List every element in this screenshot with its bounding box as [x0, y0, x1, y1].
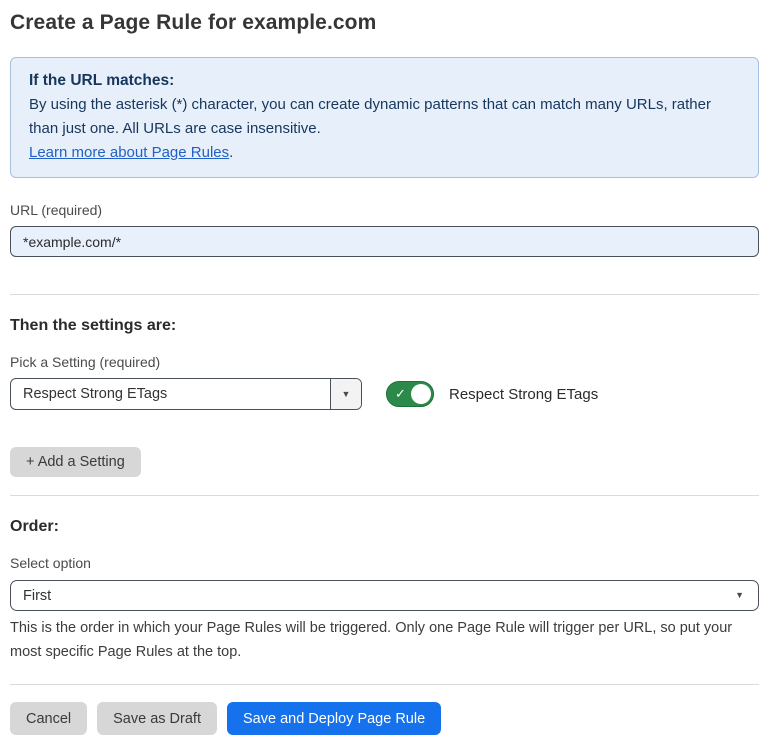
page-title: Create a Page Rule for example.com	[10, 9, 759, 37]
order-select-label: Select option	[10, 554, 759, 572]
chevron-down-icon: ▼	[735, 591, 744, 600]
order-select[interactable]: First ▼	[10, 580, 759, 611]
add-setting-button[interactable]: + Add a Setting	[10, 447, 141, 477]
url-field-label: URL (required)	[10, 201, 759, 219]
footer-actions: Cancel Save as Draft Save and Deploy Pag…	[10, 702, 759, 735]
check-icon: ✓	[395, 387, 406, 400]
url-match-info-box: If the URL matches: By using the asteris…	[10, 57, 759, 178]
section-divider	[10, 495, 759, 496]
section-divider	[10, 294, 759, 295]
order-select-value: First	[11, 588, 735, 604]
info-box-heading: If the URL matches:	[29, 69, 740, 93]
settings-section-heading: Then the settings are:	[10, 315, 759, 336]
pick-setting-label: Pick a Setting (required)	[10, 353, 759, 371]
toggle-label: Respect Strong ETags	[449, 386, 598, 403]
setting-select[interactable]: Respect Strong ETags ▼	[10, 378, 362, 410]
setting-select-arrow-button[interactable]: ▼	[330, 379, 361, 409]
setting-row: Respect Strong ETags ▼ ✓ Respect Strong …	[10, 378, 759, 410]
order-section-heading: Order:	[10, 516, 759, 537]
save-deploy-button[interactable]: Save and Deploy Page Rule	[227, 702, 441, 735]
respect-strong-etags-toggle[interactable]: ✓	[386, 381, 434, 407]
chevron-down-icon: ▼	[342, 390, 351, 399]
link-suffix: .	[229, 144, 233, 161]
toggle-knob	[411, 384, 431, 404]
setting-select-value: Respect Strong ETags	[11, 386, 330, 402]
footer-divider	[10, 684, 759, 685]
order-help-text: This is the order in which your Page Rul…	[10, 616, 759, 664]
cancel-button[interactable]: Cancel	[10, 702, 87, 735]
learn-more-link[interactable]: Learn more about Page Rules	[29, 144, 229, 161]
url-input[interactable]	[10, 226, 759, 257]
info-box-body: By using the asterisk (*) character, you…	[29, 93, 740, 141]
info-box-link-line: Learn more about Page Rules.	[29, 141, 740, 165]
save-draft-button[interactable]: Save as Draft	[97, 702, 217, 735]
